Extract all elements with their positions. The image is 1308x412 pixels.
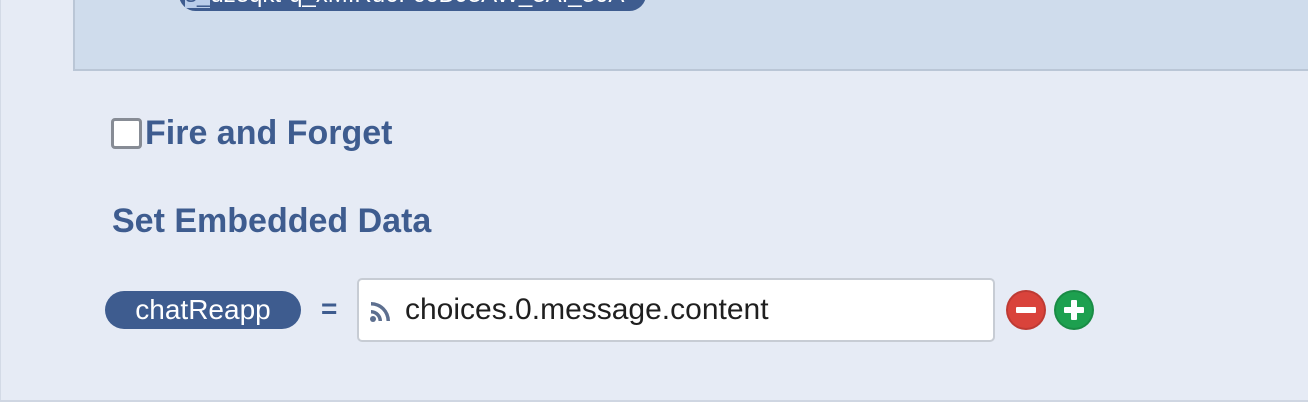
cut-off-value-text: uzeqkt-q_xMIRu6Fc6DJ3AW_3AI_30A — [210, 0, 624, 8]
previous-section-box: s_uzeqkt-q_xMIRu6Fc6DJ3AW_3AI_30A — [73, 0, 1308, 71]
fire-and-forget-checkbox[interactable] — [111, 117, 142, 149]
embedded-data-value-field[interactable]: choices.0.message.content — [357, 278, 995, 342]
feed-icon — [370, 302, 390, 322]
remove-row-button[interactable] — [1006, 290, 1046, 330]
panel-bottom-border — [0, 400, 1308, 402]
cut-off-value-pill[interactable]: s_uzeqkt-q_xMIRu6Fc6DJ3AW_3AI_30A — [179, 0, 647, 11]
embedded-data-field-name[interactable]: chatReapp — [105, 291, 301, 329]
fire-and-forget-label[interactable]: Fire and Forget — [145, 113, 392, 153]
equals-operator: = — [321, 293, 338, 324]
cut-off-value-selected-text: s_ — [185, 0, 211, 8]
section-title: Set Embedded Data — [112, 202, 432, 240]
embedded-data-panel: s_uzeqkt-q_xMIRu6Fc6DJ3AW_3AI_30A Fire a… — [0, 0, 1308, 401]
fire-and-forget-row: Fire and Forget — [111, 113, 392, 153]
embedded-data-value-text: choices.0.message.content — [405, 293, 769, 326]
minus-circle-icon — [1016, 307, 1036, 313]
plus-circle-icon — [1064, 300, 1084, 320]
add-row-button[interactable] — [1054, 290, 1094, 330]
